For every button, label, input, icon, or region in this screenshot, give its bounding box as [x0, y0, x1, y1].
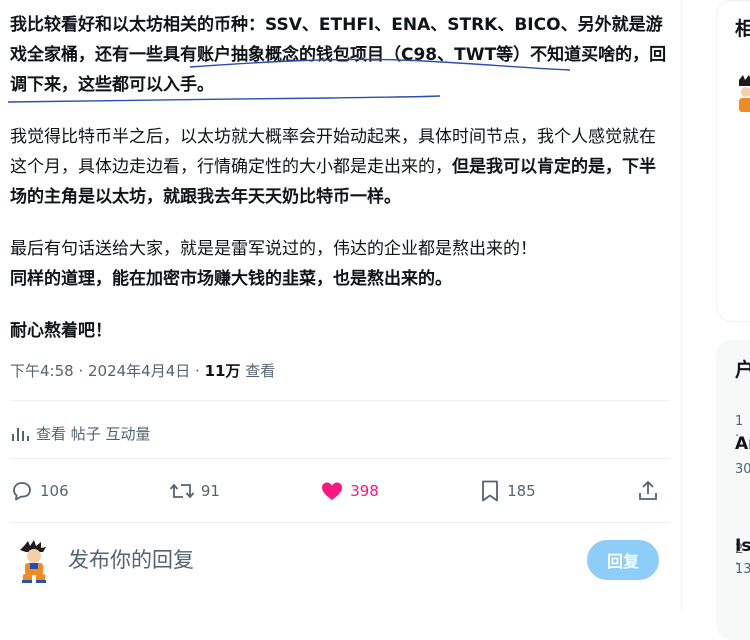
- sidebar-avatar[interactable]: [738, 74, 750, 114]
- reply-icon: [13, 482, 31, 501]
- like-count: 398: [350, 482, 379, 500]
- heart-icon: [322, 482, 343, 500]
- reply-composer: 回复: [10, 536, 660, 586]
- reply-count: 106: [40, 482, 69, 500]
- tweet-text: 我比较看好和以太坊相关的币种：SSV、ETHFI、ENA、STRK、BICO、另…: [10, 10, 670, 346]
- analytics-label: 查看 帖子 互动量: [36, 424, 151, 443]
- reply-submit-button[interactable]: 回复: [587, 540, 659, 580]
- sidebar-trending-title: 户: [735, 359, 750, 381]
- reply-input[interactable]: [68, 544, 508, 576]
- views-count: 11万: [204, 362, 241, 380]
- tweet-paragraph-3-line-1: 最后有句话送给大家，就是是雷军说过的，伟达的企业都是熬出来的！: [10, 239, 537, 259]
- divider: [10, 400, 670, 401]
- analytics-icon: [12, 428, 29, 441]
- sidebar-related-card: [716, 0, 750, 322]
- avatar[interactable]: [16, 540, 52, 584]
- tweet-paragraph-2: 我觉得比特币半之后，以太坊就大概率会开始动起来，具体时间节点，我个人感觉就在这个…: [10, 122, 670, 212]
- share-button[interactable]: [636, 479, 660, 503]
- trend-title-1[interactable]: Ar: [735, 434, 750, 454]
- tweet-paragraph-4: 耐心熬着吧！: [10, 321, 112, 341]
- trend-count-1: 30: [735, 462, 750, 477]
- tweet-detail: 我比较看好和以太坊相关的币种：SSV、ETHFI、ENA、STRK、BICO、另…: [0, 0, 682, 612]
- tweet-actions: 106 91 398 185: [10, 474, 660, 508]
- reply-button[interactable]: 106: [10, 479, 69, 503]
- views-label: 查看: [240, 362, 276, 380]
- tweet-paragraph-3-line-2: 同样的道理，能在加密市场赚大钱的韭菜，也是熬出来的。: [10, 269, 452, 289]
- bookmark-icon: [482, 480, 498, 502]
- column-divider: [681, 0, 682, 612]
- sidebar-trending-card: [716, 340, 750, 640]
- sidebar-related-title: 相: [735, 18, 750, 40]
- like-button[interactable]: 398: [320, 479, 379, 503]
- tweet-paragraph-1: 我比较看好和以太坊相关的币种：SSV、ETHFI、ENA、STRK、BICO、另…: [10, 15, 667, 95]
- divider: [10, 458, 670, 459]
- tweet-meta: 下午4:58 · 2024年4月4日 · 11万 查看: [10, 360, 275, 381]
- trend-title-2[interactable]: Is: [735, 536, 750, 556]
- bookmark-count: 185: [507, 482, 536, 500]
- trend-count-2: 13: [735, 562, 750, 577]
- bookmark-button[interactable]: 185: [479, 479, 536, 503]
- retweet-count: 91: [200, 482, 220, 500]
- divider: [10, 522, 670, 523]
- share-icon: [639, 480, 657, 500]
- retweet-button[interactable]: 91: [169, 479, 220, 503]
- view-analytics-link[interactable]: 查看 帖子 互动量: [10, 420, 151, 446]
- tweet-timestamp[interactable]: 下午4:58 · 2024年4月4日 ·: [10, 362, 205, 380]
- retweet-icon: [169, 483, 195, 499]
